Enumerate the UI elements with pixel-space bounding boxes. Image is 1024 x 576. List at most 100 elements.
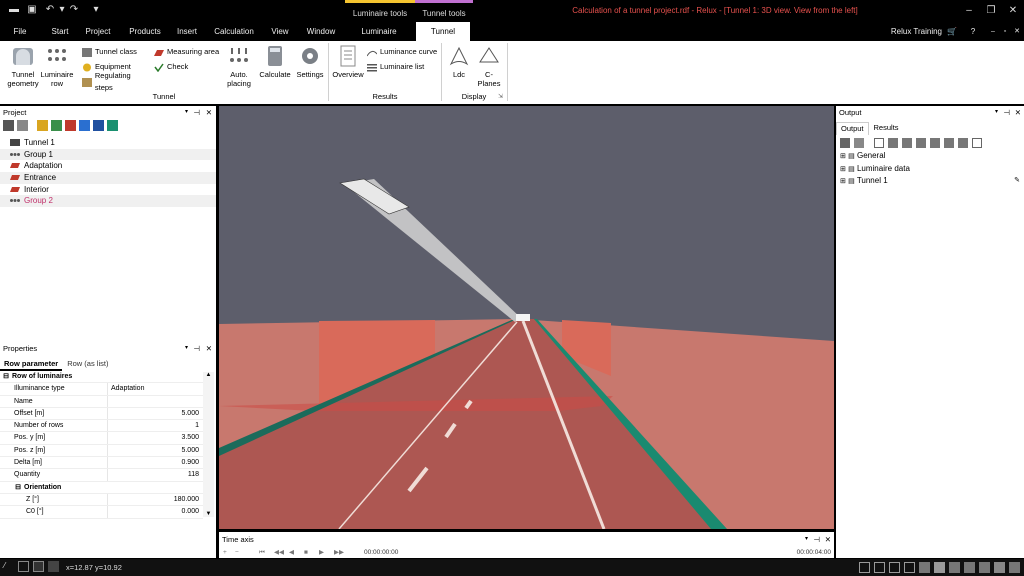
section-orientation[interactable]: ⊟ Orientation (0, 482, 203, 494)
tab-calculation[interactable]: Calculation (211, 22, 257, 41)
drawing-tool-icon[interactable]: ⁄ (4, 561, 5, 570)
panel-dropdown-icon[interactable]: ▾ (995, 106, 998, 119)
app-menu-icon[interactable]: ▬ (8, 4, 20, 16)
output-item-luminaire-data[interactable]: ⊞ ▤ Luminaire data (840, 163, 1024, 176)
next-button[interactable]: ▶▶ (334, 547, 344, 558)
property-row[interactable]: Z [°] 180.000 (0, 493, 203, 507)
tab-file[interactable]: File (6, 22, 34, 41)
pin-icon[interactable]: ⊣ (193, 342, 200, 355)
property-row[interactable]: Pos. y [m] 3.500 (0, 432, 203, 445)
property-value[interactable]: 5.000 (108, 445, 202, 456)
undo-icon[interactable]: ↶ (44, 4, 56, 16)
tunnel-icon[interactable] (93, 120, 104, 131)
property-value[interactable]: 180.000 (108, 494, 202, 505)
tree-item-entrance[interactable]: Entrance (0, 172, 216, 184)
layers-icon[interactable] (840, 138, 850, 148)
panel-dropdown-icon[interactable]: ▾ (805, 532, 808, 547)
view-icon[interactable] (854, 138, 864, 148)
zoom-icon[interactable] (859, 562, 870, 573)
property-row[interactable]: C0 [°] 0.000 (0, 506, 203, 519)
tab-products[interactable]: Products (126, 22, 164, 41)
sensor-icon[interactable] (107, 120, 118, 131)
snap-icon[interactable] (18, 561, 29, 572)
tree-item-interior[interactable]: Interior (0, 184, 216, 196)
tunnel-class-button[interactable]: Tunnel class (82, 46, 150, 58)
customize-qat-icon[interactable]: ▾ (90, 4, 102, 16)
tab-insert[interactable]: Insert (172, 22, 202, 41)
view-side-icon[interactable] (964, 562, 975, 573)
tree-item-tunnel[interactable]: Tunnel 1 (0, 137, 216, 149)
close-icon[interactable]: ✕ (1002, 0, 1024, 22)
prev-button[interactable]: ◀◀ (274, 547, 284, 558)
property-value[interactable]: 3.500 (108, 432, 202, 443)
auto-placing-button[interactable]: Auto. placing (224, 45, 254, 88)
ldc-button[interactable]: Ldc (446, 45, 472, 79)
panel-close-icon[interactable]: ✕ (206, 342, 212, 355)
view-icon[interactable] (17, 120, 28, 131)
dialog-launcher-icon[interactable]: ⇲ (498, 93, 506, 101)
luminaire-icon[interactable] (37, 120, 48, 131)
panel-dropdown-icon[interactable]: ▾ (185, 106, 188, 119)
property-value[interactable]: 118 (108, 469, 202, 480)
camera-icon[interactable] (994, 562, 1005, 573)
ribbon-close-icon[interactable]: ✕ (1012, 22, 1022, 41)
tree-item-group[interactable]: Group 1 (0, 148, 216, 161)
edit-icon[interactable]: ✎ (1014, 175, 1020, 187)
grid-icon[interactable] (33, 561, 44, 572)
property-value[interactable]: 1 (108, 420, 202, 431)
check-button[interactable]: Check (154, 61, 222, 73)
view-top-icon[interactable] (934, 562, 945, 573)
panel-close-icon[interactable]: ✕ (825, 532, 831, 547)
surface-icon[interactable] (51, 120, 62, 131)
collapse-icon[interactable]: ⊟ (12, 482, 24, 493)
scroll-up-icon[interactable]: ▲ (203, 372, 214, 378)
tab-row-as-list[interactable]: Row (as list) (62, 357, 113, 371)
tab-project[interactable]: Project (82, 22, 114, 41)
property-row[interactable]: Delta [m] 0.900 (0, 457, 203, 470)
redo-icon[interactable]: ↷ (68, 4, 80, 16)
tab-output[interactable]: Output (836, 122, 869, 135)
tab-window[interactable]: Window (302, 22, 340, 41)
luminance-curve-button[interactable]: Luminance curve (367, 46, 439, 58)
settings-button[interactable]: Settings (294, 45, 326, 79)
panel-close-icon[interactable]: ✕ (206, 106, 212, 119)
layers-icon[interactable] (3, 120, 14, 131)
property-row[interactable]: Offset [m] 5.000 (0, 407, 203, 421)
property-row[interactable]: Illuminance type Adaptation (0, 383, 203, 396)
zoom-out-button[interactable]: − (235, 547, 239, 558)
regulating-steps-button[interactable]: Regulating steps (82, 71, 150, 92)
view-front-icon[interactable] (949, 562, 960, 573)
first-frame-button[interactable]: ⏮ (259, 547, 265, 558)
zoom-window-icon[interactable] (874, 562, 885, 573)
print-icon[interactable]: ▣ (26, 4, 38, 16)
play-button[interactable]: ▶ (319, 547, 324, 558)
property-row[interactable]: Name (0, 395, 203, 408)
grid-icon[interactable] (916, 138, 926, 148)
expand-icon[interactable]: ⊞ (840, 178, 846, 185)
zoom-in-button[interactable]: + (223, 547, 227, 558)
minimize-icon[interactable]: – (958, 0, 980, 22)
scroll-down-icon[interactable]: ▼ (203, 511, 214, 517)
ribbon-restore-icon[interactable]: ▫ (1000, 22, 1010, 41)
area-icon[interactable] (65, 120, 76, 131)
tab-results[interactable]: Results (869, 122, 904, 135)
pin-icon[interactable]: ⊣ (813, 532, 820, 547)
stop-button[interactable]: ■ (304, 547, 308, 558)
back-button[interactable]: ◀ (289, 547, 294, 558)
list-icon[interactable] (930, 138, 940, 148)
help-icon[interactable]: ? (966, 22, 980, 41)
property-value[interactable] (108, 396, 202, 407)
property-value[interactable]: 5.000 (108, 408, 202, 419)
luminaire-row-button[interactable]: Luminaire row (40, 45, 74, 88)
restore-icon[interactable]: ❐ (980, 0, 1002, 22)
object-icon[interactable] (79, 120, 90, 131)
tree-item-adaptation[interactable]: Adaptation (0, 160, 216, 172)
pin-icon[interactable]: ⊣ (1003, 106, 1010, 119)
overview-button[interactable]: Overview (332, 45, 364, 79)
measuring-area-button[interactable]: Measuring area (154, 46, 222, 58)
expand-icon[interactable]: ⊞ (840, 166, 846, 173)
export-icon[interactable] (972, 138, 982, 148)
render-icon[interactable] (979, 562, 990, 573)
collapse-icon[interactable]: ⊟ (0, 371, 12, 382)
expand-icon[interactable]: ⊞ (840, 153, 846, 160)
